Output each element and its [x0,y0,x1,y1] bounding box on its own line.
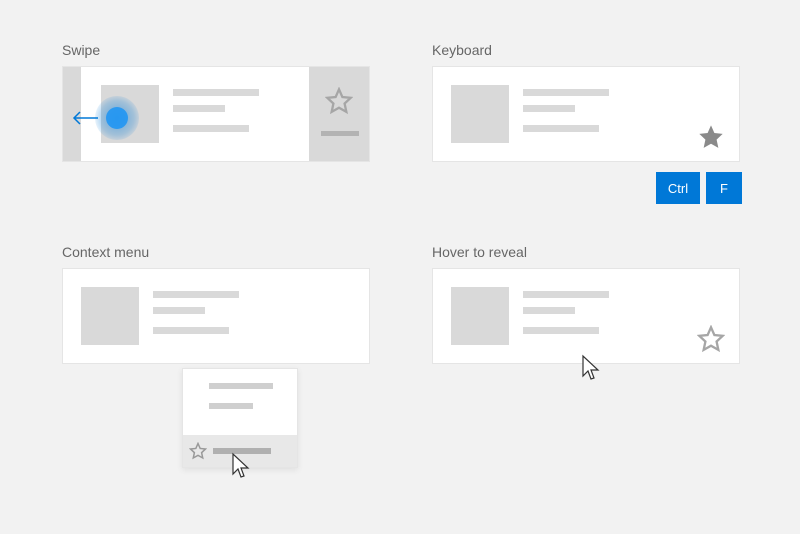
placeholder-line [523,327,599,334]
placeholder-line [523,105,575,112]
star-icon[interactable] [697,123,725,151]
placeholder-line [173,105,225,112]
context-card[interactable] [62,268,370,364]
placeholder-line [523,307,575,314]
placeholder-line [173,125,249,132]
placeholder-line [523,89,609,96]
ctrl-key[interactable]: Ctrl [656,172,700,204]
swipe-label: Swipe [62,42,100,58]
placeholder-line [209,403,253,409]
context-thumbnail [81,287,139,345]
context-menu-label: Context menu [62,244,149,260]
placeholder-line [209,383,273,389]
placeholder-line [321,131,359,136]
hover-thumbnail [451,287,509,345]
placeholder-line [153,291,239,298]
touch-indicator [106,107,128,129]
f-key[interactable]: F [706,172,742,204]
hover-card[interactable] [432,268,740,364]
cursor-icon [580,354,602,382]
placeholder-line [173,89,259,96]
star-icon[interactable] [697,325,725,353]
star-icon [189,442,207,460]
placeholder-line [153,327,229,334]
star-icon[interactable] [325,87,353,115]
keyboard-card[interactable] [432,66,740,162]
placeholder-line [523,125,599,132]
placeholder-line [523,291,609,298]
placeholder-line [153,307,205,314]
hover-label: Hover to reveal [432,244,527,260]
keyboard-label: Keyboard [432,42,492,58]
keyboard-thumbnail [451,85,509,143]
cursor-icon [230,452,252,480]
